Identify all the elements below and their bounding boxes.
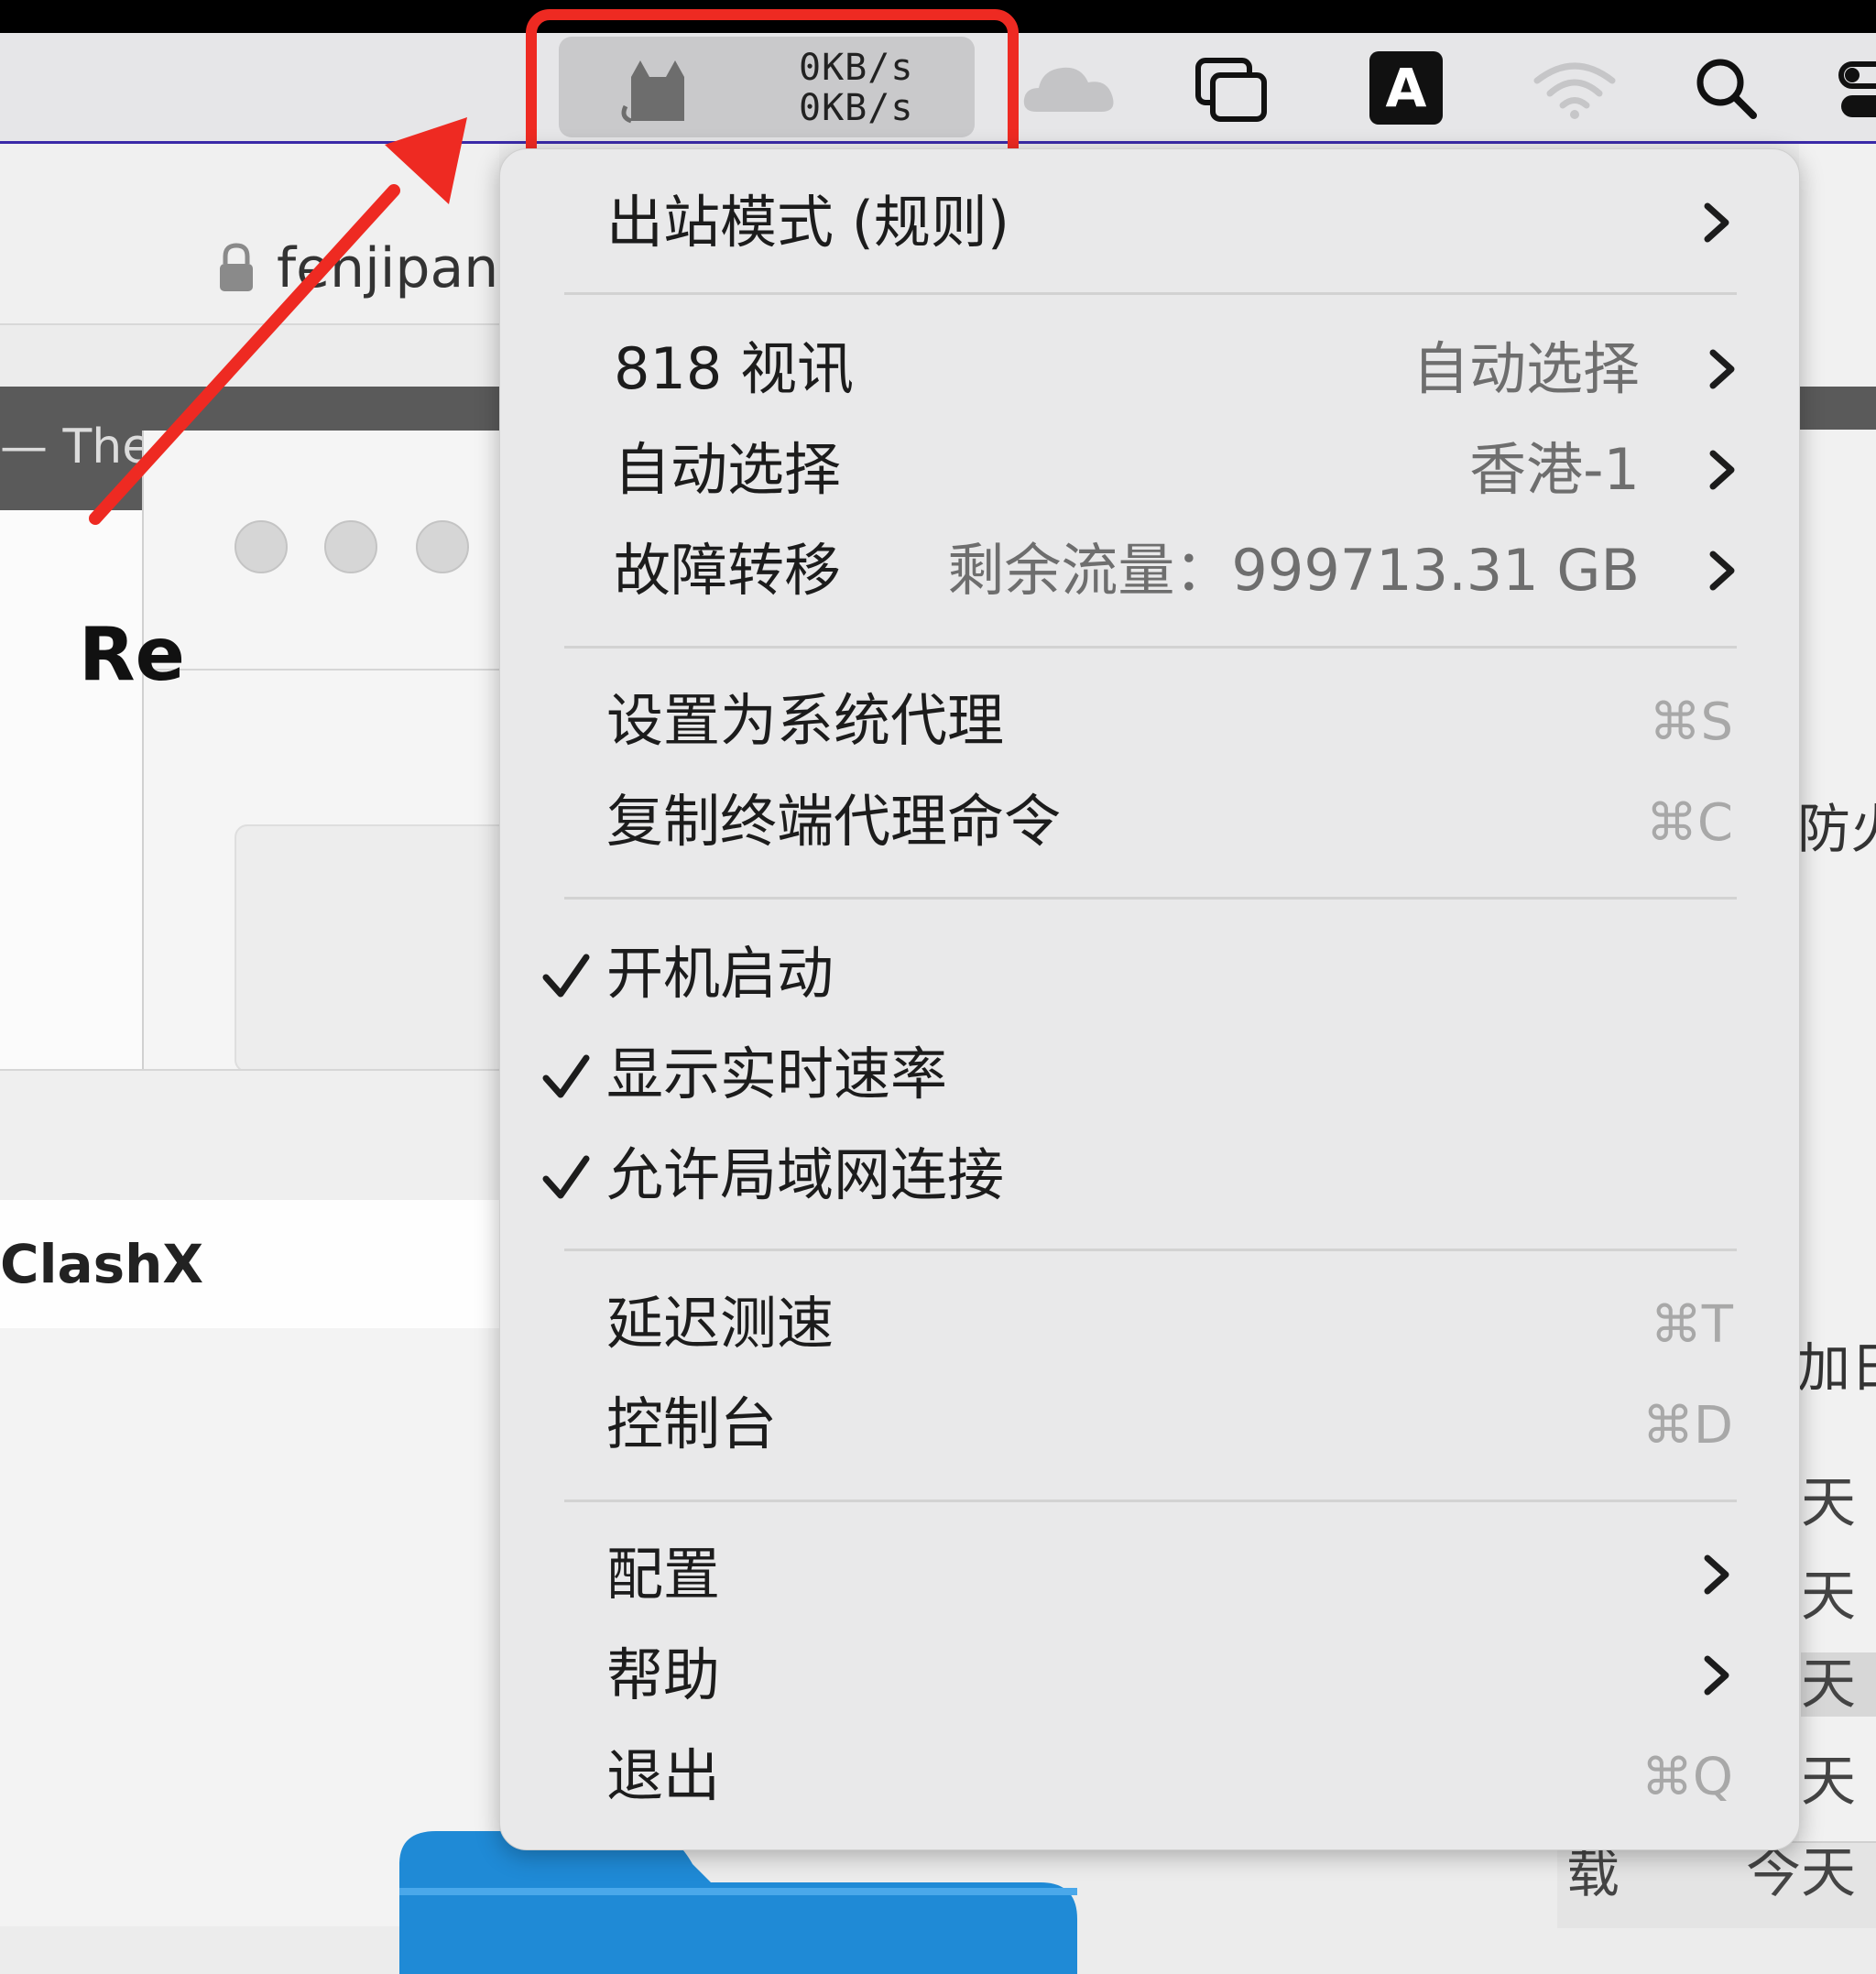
menu-item-label: 自动选择: [614, 436, 842, 503]
menu-item-quit[interactable]: 退出 ⌘Q: [500, 1730, 1799, 1822]
checkmark-icon: [542, 1054, 590, 1098]
list-item: 天: [1801, 1652, 1876, 1717]
page-heading-fragment: Re: [79, 612, 185, 697]
menu-separator: [564, 897, 1737, 900]
menu-item-shortcut: ⌘D: [1642, 1396, 1733, 1456]
dialog-divider: [142, 669, 504, 671]
menu-separator: [564, 1249, 1737, 1251]
menu-item-config[interactable]: 配置: [500, 1529, 1799, 1620]
menu-item-system-proxy[interactable]: 设置为系统代理 ⌘S: [500, 675, 1799, 767]
menu-item-proxy-group[interactable]: 自动选择 香港-1: [500, 424, 1799, 516]
table-cell: 今天: [1746, 1841, 1856, 1905]
control-center-icon[interactable]: [1838, 59, 1876, 123]
menu-separator: [564, 1500, 1737, 1502]
menu-item-label: 显示实时速率: [606, 1041, 948, 1107]
menu-item-shortcut: ⌘S: [1649, 693, 1733, 752]
app-name-label[interactable]: ClashX: [0, 1227, 203, 1301]
input-source-icon[interactable]: A: [1369, 51, 1443, 125]
menu-item-dashboard[interactable]: 控制台 ⌘D: [500, 1379, 1799, 1470]
menu-separator: [564, 292, 1737, 295]
menu-item-label: 开机启动: [606, 940, 834, 1007]
right-fragment-add: 加日: [1797, 1336, 1876, 1399]
menu-item-outbound-mode[interactable]: 出站模式 (规则): [500, 177, 1799, 268]
menu-item-label: 复制终端代理命令: [606, 788, 1062, 855]
menu-item-allow-lan[interactable]: 允许局域网连接: [500, 1129, 1799, 1221]
menu-item-proxy-group[interactable]: 818 视讯 自动选择: [500, 323, 1799, 415]
annotation-arrow-icon: [89, 117, 467, 525]
menu-item-value: 香港-1: [1469, 436, 1640, 503]
menu-item-latency-test[interactable]: 延迟测速 ⌘T: [500, 1278, 1799, 1369]
menu-item-proxy-group[interactable]: 故障转移 剩余流量：999713.31 GB: [500, 525, 1799, 616]
menu-item-shortcut: ⌘Q: [1641, 1748, 1733, 1807]
chevron-right-icon: [1709, 551, 1735, 591]
menu-item-label: 延迟测速: [606, 1290, 834, 1357]
right-fragment-fire: 防火: [1797, 798, 1876, 860]
list-item: 天: [1801, 1750, 1856, 1814]
checkmark-icon: [542, 954, 590, 998]
menu-item-label: 控制台: [606, 1391, 778, 1457]
menu-item-copy-terminal-command[interactable]: 复制终端代理命令 ⌘C: [500, 776, 1799, 867]
chevron-right-icon: [1704, 1655, 1729, 1696]
clashx-dropdown-menu: 出站模式 (规则) 818 视讯 自动选择 自动选择 香港-1 故障转移 剩余流…: [499, 148, 1800, 1850]
menu-item-launch-at-login[interactable]: 开机启动: [500, 928, 1799, 1020]
chevron-right-icon: [1704, 202, 1729, 243]
menu-item-value: 自动选择: [1412, 335, 1640, 402]
menu-item-help[interactable]: 帮助: [500, 1630, 1799, 1721]
menu-item-label: 出站模式 (规则): [606, 189, 1010, 256]
search-icon[interactable]: [1693, 55, 1759, 121]
menu-item-label: 退出: [606, 1742, 721, 1809]
dialog-inner-panel: [234, 824, 513, 1073]
table-cell: 载: [1566, 1842, 1620, 1904]
chevron-right-icon: [1709, 450, 1735, 490]
finder-toolbar: [0, 1069, 499, 1202]
menu-item-label: 设置为系统代理: [606, 687, 1005, 754]
menu-item-label: 配置: [606, 1541, 721, 1608]
chevron-right-icon: [1709, 349, 1735, 389]
menu-item-label: 故障转移: [614, 537, 842, 604]
background-right-bar: [1799, 387, 1876, 430]
menu-item-value: 剩余流量：999713.31 GB: [947, 537, 1640, 604]
cloud-icon[interactable]: [1022, 59, 1118, 115]
menu-item-label: 允许局域网连接: [606, 1141, 1005, 1208]
menu-item-label: 818 视讯: [614, 335, 855, 402]
menu-item-label: 帮助: [606, 1641, 721, 1708]
menu-item-shortcut: ⌘T: [1650, 1295, 1733, 1355]
menu-item-shortcut: ⌘C: [1645, 793, 1733, 853]
chevron-right-icon: [1704, 1554, 1729, 1595]
checkmark-icon: [542, 1155, 590, 1199]
list-item: 天: [1801, 1471, 1856, 1535]
background-page: [0, 510, 142, 1069]
wifi-icon[interactable]: [1533, 59, 1616, 119]
list-item: 天: [1801, 1565, 1856, 1629]
windows-icon[interactable]: [1194, 57, 1268, 123]
menu-separator: [564, 646, 1737, 649]
menu-item-show-speed[interactable]: 显示实时速率: [500, 1029, 1799, 1120]
